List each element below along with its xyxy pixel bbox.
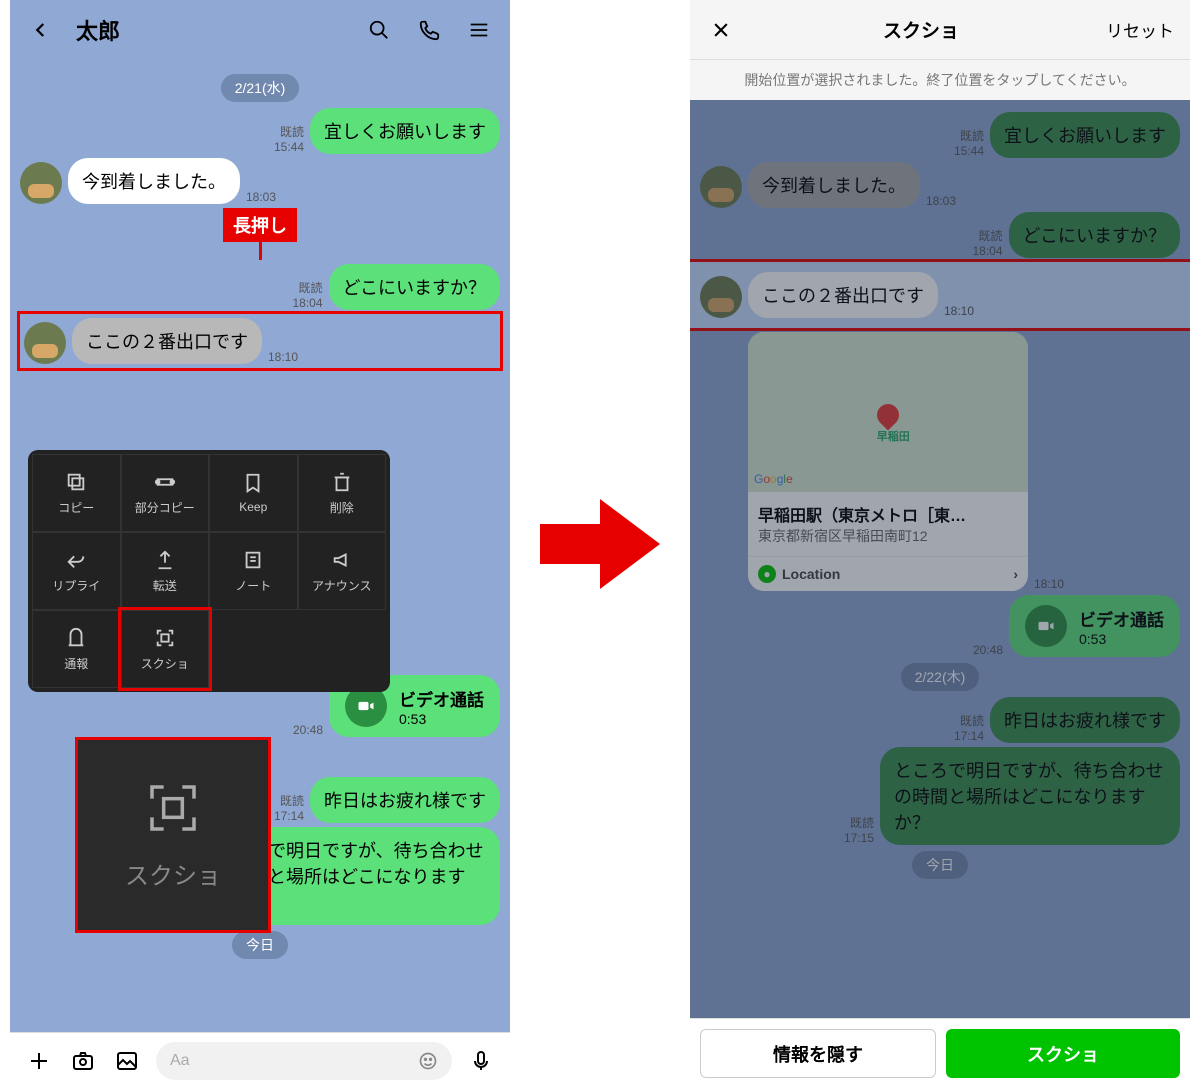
plus-icon[interactable]	[24, 1046, 54, 1076]
sent-bubble[interactable]: 昨日はお疲れ様です	[990, 697, 1180, 743]
screenshot-header: スクショ リセット	[690, 0, 1190, 60]
video-call-row: 20:48 ビデオ通話0:53	[700, 595, 1180, 657]
right-phone: スクショ リセット 開始位置が選択されました。終了位置をタップしてください。 既…	[690, 0, 1190, 1088]
screenshot-tile-enlarged: スクショ	[78, 740, 268, 930]
message-row: 既読15:44 宜しくお願いします	[700, 112, 1180, 158]
sent-bubble[interactable]: 宜しくお願いします	[310, 108, 500, 154]
arrow-icon	[530, 499, 670, 589]
location-address: 東京都新宿区早稲田南町12	[758, 526, 1018, 546]
search-icon[interactable]	[364, 15, 394, 45]
map-preview: 早稲田 Google	[748, 332, 1028, 492]
recv-bubble[interactable]: 今到着しました。	[748, 162, 920, 208]
ctx-forward[interactable]: 転送	[121, 532, 210, 610]
message-row: 今到着しました。 18:03	[700, 162, 1180, 208]
date-chip: 今日	[912, 851, 968, 879]
sent-bubble[interactable]: どこにいますか？	[329, 264, 500, 310]
left-phone: 太郎 2/21(水) 既読15:44 宜しくお願いします 今到着しました。 18…	[10, 0, 510, 1088]
reset-button[interactable]: リセット	[1106, 17, 1174, 42]
sent-bubble[interactable]: 宜しくお願いします	[990, 112, 1180, 158]
ctx-report[interactable]: 通報	[32, 610, 121, 688]
chat-header: 太郎	[10, 0, 510, 60]
ctx-delete[interactable]: 削除	[298, 454, 387, 532]
input-bar: Aa	[10, 1032, 510, 1088]
longpress-label: 長押し	[223, 208, 297, 242]
date-chip: 2/21(水)	[221, 74, 300, 102]
recv-bubble-pressed[interactable]: ここの２番出口です	[72, 318, 262, 364]
call-icon[interactable]	[414, 15, 444, 45]
location-card[interactable]: 早稲田 Google 早稲田駅（東京メトロ［東… 東京都新宿区早稲田南町12 ●…	[748, 332, 1028, 591]
selected-row[interactable]: ここの２番出口です 18:10	[690, 262, 1190, 328]
video-call-bubble[interactable]: ビデオ通話0:53	[1009, 595, 1180, 657]
message-row: 既読15:44 宜しくお願いします	[20, 108, 500, 154]
avatar[interactable]	[24, 322, 66, 364]
ctx-partial-copy[interactable]: 部分コピー	[121, 454, 210, 532]
avatar[interactable]	[20, 162, 62, 204]
emoji-icon[interactable]	[418, 1051, 438, 1071]
recv-bubble[interactable]: 今到着しました。	[68, 158, 240, 204]
ctx-reply[interactable]: リプライ	[32, 532, 121, 610]
recv-bubble[interactable]: ここの２番出口です	[748, 272, 938, 318]
close-icon[interactable]	[706, 15, 736, 45]
menu-icon[interactable]	[464, 15, 494, 45]
date-chip: 2/22(木)	[901, 663, 980, 691]
gallery-icon[interactable]	[112, 1046, 142, 1076]
highlighted-row: ここの２番出口です 18:10	[20, 314, 500, 368]
ctx-note[interactable]: ノート	[209, 532, 298, 610]
sent-bubble[interactable]: どこにいますか？	[1009, 212, 1180, 258]
sent-bubble[interactable]: 昨日はお疲れ様です	[310, 777, 500, 823]
message-row: 既読17:15 ところで明日ですが、待ち合わせの時間と場所はどこになりますか？	[700, 747, 1180, 845]
chevron-right-icon: ›	[1013, 566, 1018, 582]
location-title: 早稲田駅（東京メトロ［東…	[758, 502, 1018, 526]
location-row: 早稲田 Google 早稲田駅（東京メトロ［東… 東京都新宿区早稲田南町12 ●…	[748, 332, 1180, 591]
screenshot-title: スクショ	[883, 16, 959, 43]
ctx-screenshot[interactable]: スクショ	[121, 610, 210, 688]
screenshot-button[interactable]: スクショ	[946, 1029, 1180, 1078]
chat-area[interactable]: 既読15:44 宜しくお願いします 今到着しました。 18:03 既読18:04…	[690, 100, 1190, 1018]
hint-text: 開始位置が選択されました。終了位置をタップしてください。	[690, 60, 1190, 100]
camera-icon[interactable]	[68, 1046, 98, 1076]
mic-icon[interactable]	[466, 1046, 496, 1076]
message-row: 既読17:14 昨日はお疲れ様です	[700, 697, 1180, 743]
message-row: 既読18:04 どこにいますか？	[20, 264, 500, 310]
date-chip: 今日	[232, 931, 288, 959]
map-pin-icon	[872, 399, 903, 430]
avatar[interactable]	[700, 166, 742, 208]
chat-area[interactable]: 2/21(水) 既読15:44 宜しくお願いします 今到着しました。 18:03…	[10, 60, 510, 1032]
ctx-copy[interactable]: コピー	[32, 454, 121, 532]
back-icon[interactable]	[26, 15, 56, 45]
message-row: 既読18:04 どこにいますか？	[700, 212, 1180, 258]
message-input[interactable]: Aa	[156, 1042, 452, 1080]
avatar[interactable]	[700, 276, 742, 318]
ctx-keep[interactable]: Keep	[209, 454, 298, 532]
chat-name: 太郎	[76, 14, 120, 46]
sent-bubble[interactable]: ところで明日ですが、待ち合わせの時間と場所はどこになりますか？	[880, 747, 1180, 845]
video-icon	[1025, 605, 1067, 647]
ctx-announce[interactable]: アナウンス	[298, 532, 387, 610]
context-menu: コピー 部分コピー Keep 削除 リプライ 転送	[28, 450, 390, 692]
hide-info-button[interactable]: 情報を隠す	[700, 1029, 936, 1078]
message-row: 今到着しました。 18:03	[20, 158, 500, 204]
bottom-bar: 情報を隠す スクショ	[690, 1018, 1190, 1088]
